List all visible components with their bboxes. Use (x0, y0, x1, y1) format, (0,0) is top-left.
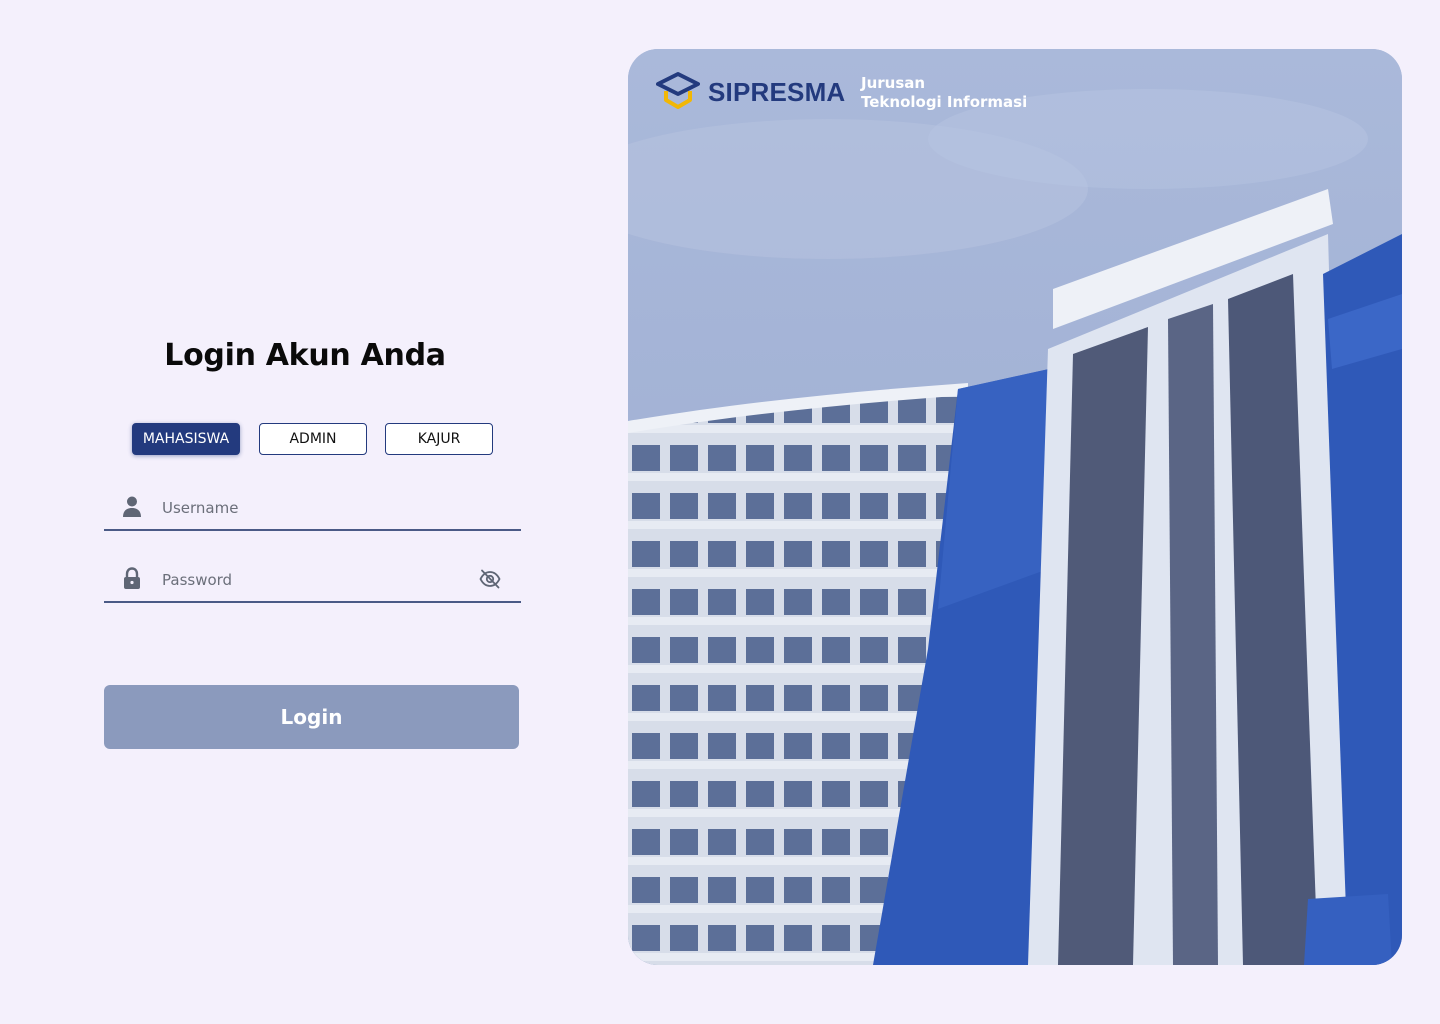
tab-mahasiswa[interactable]: MAHASISWA (132, 423, 240, 455)
user-icon (122, 495, 142, 519)
eye-off-icon[interactable] (479, 568, 501, 590)
department-label: Jurusan Teknologi Informasi (861, 74, 1027, 112)
lock-icon (122, 567, 142, 591)
tab-admin[interactable]: ADMIN (259, 423, 367, 455)
page-title: Login Akun Anda (164, 338, 446, 373)
department-line-2: Teknologi Informasi (861, 93, 1028, 111)
password-input[interactable] (162, 567, 462, 593)
tab-kajur[interactable]: KAJUR (385, 423, 493, 455)
password-field (104, 563, 521, 603)
username-input[interactable] (162, 495, 462, 521)
hero-panel: SIPRESMA Jurusan Teknologi Informasi (628, 49, 1402, 965)
department-line-1: Jurusan (861, 74, 926, 92)
brand-name: SIPRESMA (708, 77, 846, 107)
login-button[interactable]: Login (104, 685, 519, 749)
username-field (104, 491, 521, 531)
graduation-cap-logo-icon (656, 71, 700, 111)
campus-building-image (628, 49, 1402, 965)
